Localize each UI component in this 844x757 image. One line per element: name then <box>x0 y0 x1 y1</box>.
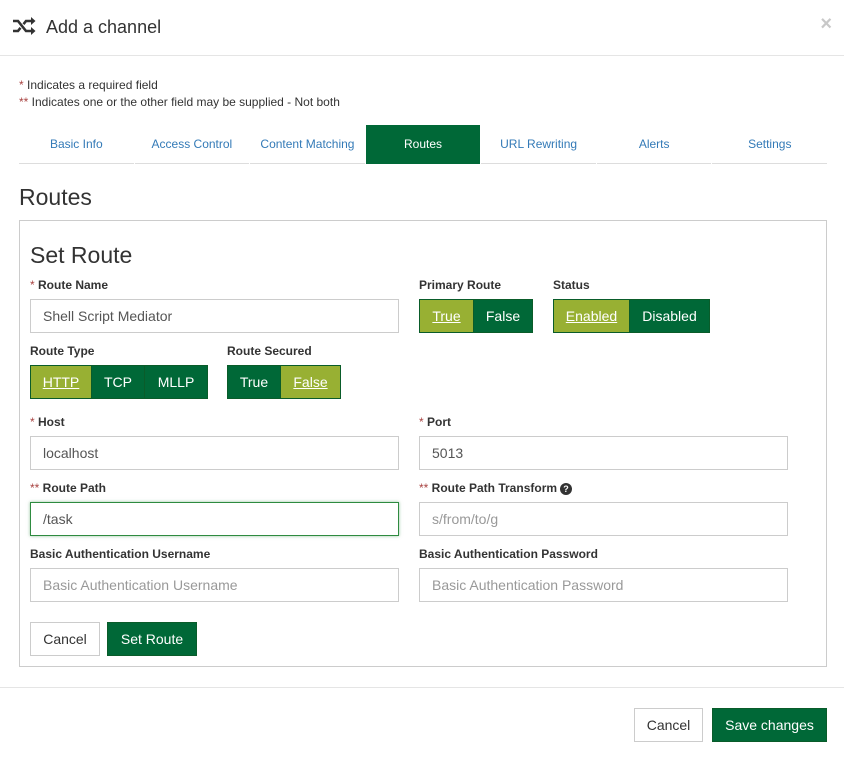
route-type-mllp-button[interactable]: MLLP <box>145 366 207 398</box>
route-path-transform-label-text: Route Path Transform <box>428 481 558 495</box>
route-secured-true-button[interactable]: True <box>228 366 281 398</box>
host-label-text: Host <box>34 415 65 429</box>
route-type-toggle: HTTP TCP MLLP <box>30 365 208 399</box>
required-legend: * Indicates a required field <box>19 77 340 94</box>
route-secured-label: Route Secured <box>227 344 312 358</box>
tab-alerts[interactable]: Alerts <box>596 125 712 164</box>
primary-route-label: Primary Route <box>419 278 502 292</box>
help-icon[interactable]: ? <box>560 483 573 495</box>
route-name-input[interactable] <box>30 299 399 333</box>
tab-routes[interactable]: Routes <box>365 125 481 164</box>
modal-footer: Cancel Save changes <box>0 687 844 757</box>
route-secured-toggle: True False <box>227 365 341 399</box>
basic-auth-username-input[interactable] <box>30 568 399 602</box>
either-legend-text: Indicates one or the other field may be … <box>28 95 340 109</box>
required-legend-text: Indicates a required field <box>23 78 158 92</box>
route-cancel-button[interactable]: Cancel <box>30 622 100 656</box>
route-secured-false-button[interactable]: False <box>281 366 340 398</box>
either-marker: ** <box>19 95 29 109</box>
route-name-label: * Route Name <box>30 278 108 292</box>
basic-auth-password-label: Basic Authentication Password <box>419 547 598 561</box>
either-marker: ** <box>419 481 429 495</box>
modal-title: Add a channel <box>46 17 162 37</box>
route-type-tcp-button[interactable]: TCP <box>92 366 145 398</box>
tab-access-control[interactable]: Access Control <box>134 125 250 164</box>
host-input[interactable] <box>30 436 399 470</box>
tab-content-matching[interactable]: Content Matching <box>250 125 365 164</box>
host-label: * Host <box>30 415 65 429</box>
tab-bar: Basic Info Access Control Content Matchi… <box>19 125 828 164</box>
status-disabled-button[interactable]: Disabled <box>630 300 709 332</box>
primary-route-false-button[interactable]: False <box>474 300 532 332</box>
tab-url-rewriting[interactable]: URL Rewriting <box>481 125 596 164</box>
modal-header: Add a channel × <box>0 0 844 56</box>
field-legend: * Indicates a required field ** Indicate… <box>19 77 340 111</box>
route-path-label: ** Route Path <box>30 481 106 495</box>
route-path-input[interactable] <box>30 502 399 536</box>
route-type-http-button[interactable]: HTTP <box>31 366 92 398</box>
basic-auth-password-input[interactable] <box>419 568 788 602</box>
status-enabled-button[interactable]: Enabled <box>554 300 630 332</box>
save-changes-button[interactable]: Save changes <box>712 708 827 742</box>
port-label: * Port <box>419 415 451 429</box>
set-route-button[interactable]: Set Route <box>107 622 197 656</box>
port-label-text: Port <box>423 415 452 429</box>
primary-route-true-button[interactable]: True <box>420 300 474 332</box>
either-marker: ** <box>30 481 40 495</box>
route-path-label-text: Route Path <box>39 481 107 495</box>
panel-title: Set Route <box>30 242 133 268</box>
status-toggle: Enabled Disabled <box>553 299 710 333</box>
route-path-transform-label: ** Route Path Transform? <box>419 481 573 495</box>
status-label: Status <box>553 278 590 292</box>
tab-basic-info[interactable]: Basic Info <box>19 125 134 164</box>
port-input[interactable] <box>419 436 788 470</box>
footer-cancel-button[interactable]: Cancel <box>634 708 703 742</box>
route-name-label-text: Route Name <box>34 278 109 292</box>
primary-route-toggle: True False <box>419 299 533 333</box>
set-route-panel: Set Route * Route Name Primary Route Tru… <box>19 220 827 667</box>
route-type-label: Route Type <box>30 344 95 358</box>
section-title: Routes <box>19 184 92 210</box>
basic-auth-username-label: Basic Authentication Username <box>30 547 211 561</box>
close-button[interactable]: × <box>820 14 832 34</box>
shuffle-icon <box>12 16 36 36</box>
either-legend: ** Indicates one or the other field may … <box>19 94 340 111</box>
tab-settings[interactable]: Settings <box>712 125 828 164</box>
route-path-transform-input[interactable] <box>419 502 788 536</box>
